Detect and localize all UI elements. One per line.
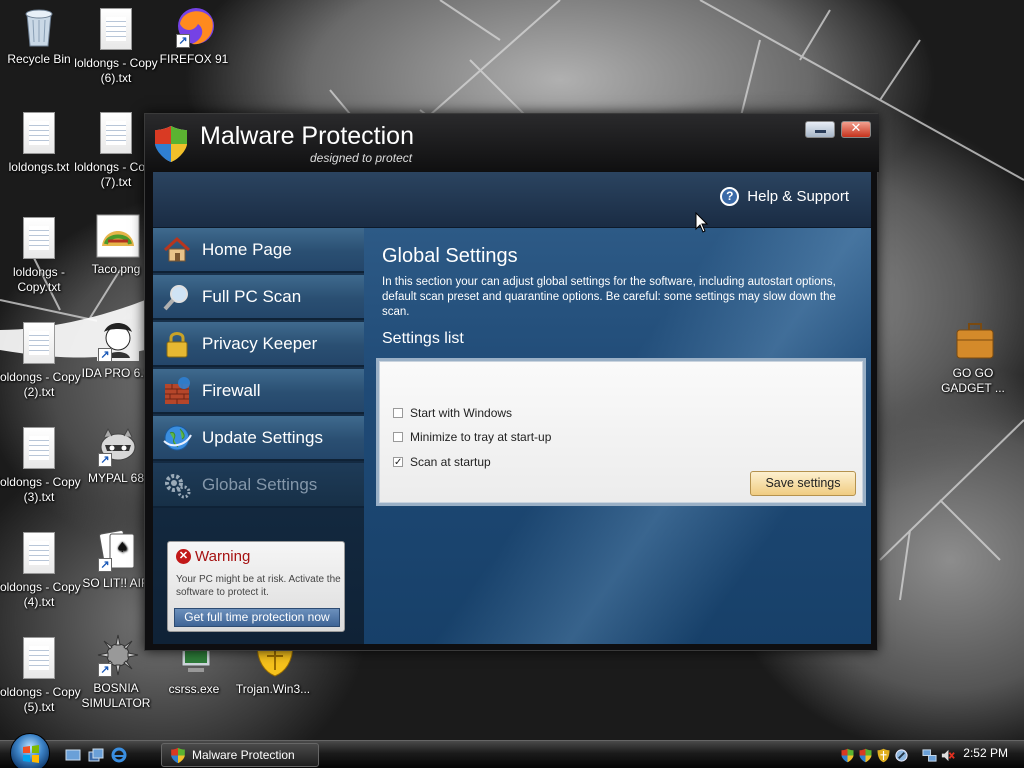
desktop-icon-label: SO LIT!! AIR xyxy=(82,576,150,590)
windows-logo-icon xyxy=(23,745,39,763)
desktop-icon-label: FIREFOX 91 xyxy=(159,52,229,66)
desktop-icon-label: loldongs.txt xyxy=(8,160,70,174)
internet-explorer-icon[interactable] xyxy=(111,747,127,763)
warning-title-text: Warning xyxy=(195,548,251,565)
security-shield-tray-icon[interactable] xyxy=(840,748,855,763)
warning-text: Your PC might be at risk. Activate the s… xyxy=(176,574,341,598)
page-description: In this section your can adjust global s… xyxy=(382,276,836,318)
briefcase-glyph xyxy=(956,323,994,359)
desktop-icon-label: loldongs - Copy (2).txt xyxy=(0,370,81,399)
tools-tray-icon[interactable] xyxy=(894,748,909,763)
option-start-with-windows[interactable]: Start with Windows xyxy=(393,406,512,420)
shortcut-arrow-icon: ↗ xyxy=(98,558,112,572)
settings-list: Start with Windows Minimize to tray at s… xyxy=(376,358,866,506)
warning-title: ✕ Warning xyxy=(176,548,250,565)
taskbar-button-malware-protection[interactable]: Malware Protection xyxy=(161,743,319,767)
globe-icon xyxy=(163,425,192,450)
padlock-icon xyxy=(166,331,188,357)
nav-item-full-pc-scan[interactable]: Full PC Scan xyxy=(153,275,364,320)
security-shield-tray-icon[interactable] xyxy=(858,748,873,763)
option-minimize-to-tray[interactable]: Minimize to tray at start-up xyxy=(393,430,551,444)
nav-label: Full PC Scan xyxy=(202,286,302,306)
desktop-icon-label: Taco.png xyxy=(91,262,141,276)
shortcut-arrow-icon: ↗ xyxy=(98,453,112,467)
taskbar-button-label: Malware Protection xyxy=(192,748,295,762)
switch-windows-icon[interactable] xyxy=(88,747,104,763)
option-label: Start with Windows xyxy=(410,406,513,420)
settings-list-title: Settings list xyxy=(382,330,464,347)
desktop-icon-label: MYPAL 68 xyxy=(87,471,145,485)
help-icon: ? xyxy=(720,187,740,206)
desktop-icon-label: loldongs - Copy (6).txt xyxy=(74,56,158,85)
desktop-icon-label: IDA PRO 6.2 xyxy=(81,366,151,380)
checkbox[interactable]: ✓ xyxy=(393,457,403,468)
save-settings-button[interactable]: Save settings xyxy=(750,471,856,496)
nav-item-home-page[interactable]: Home Page xyxy=(153,228,364,273)
nav-item-firewall[interactable]: Firewall xyxy=(153,369,364,414)
shield-logo-icon xyxy=(155,126,187,162)
title-bar[interactable]: Malware Protection designed to protect ✕ xyxy=(145,114,879,172)
nav-label: Firewall xyxy=(202,380,261,400)
volume-muted-icon[interactable] xyxy=(940,748,955,763)
network-icon[interactable] xyxy=(922,748,937,763)
mouse-cursor-icon xyxy=(695,212,709,233)
taco-glyph xyxy=(96,214,140,258)
magnifier-icon xyxy=(163,284,188,310)
nav-item-update-settings[interactable]: Update Settings xyxy=(153,416,364,461)
desktop-icon-label: loldongs - Copy (5).txt xyxy=(0,685,81,714)
app-subtitle: designed to protect xyxy=(310,151,413,165)
clock[interactable]: 2:52 PM xyxy=(963,746,1008,760)
gadget-icon[interactable]: GO GO GADGET ... xyxy=(928,318,1018,396)
checkbox[interactable] xyxy=(393,408,403,418)
desktop-icon-label: loldongs - Copy (4).txt xyxy=(0,580,81,609)
home-icon xyxy=(163,236,191,261)
nav-label: Update Settings xyxy=(202,427,323,447)
taskbar: Malware Protection 2:52 PM xyxy=(0,733,1024,768)
firewall-icon xyxy=(165,376,190,404)
desktop-icon-label: loldongs - Copy.txt xyxy=(12,265,66,294)
text-file-icon[interactable]: loldongs - Copy (6).txt xyxy=(71,8,161,86)
nav-label: Home Page xyxy=(202,239,292,259)
option-scan-at-startup[interactable]: ✓ Scan at startup xyxy=(393,455,491,469)
windows-security-tray-icon[interactable] xyxy=(876,748,891,763)
recycle-bin-glyph xyxy=(25,9,53,47)
option-label: Scan at startup xyxy=(410,455,491,469)
minimize-button[interactable] xyxy=(805,121,835,138)
option-label: Minimize to tray at start-up xyxy=(410,430,552,444)
content-panel: Global Settings In this section your can… xyxy=(364,228,871,644)
warning-box: ✕ Warning Your PC might be at risk. Acti… xyxy=(167,541,345,632)
page-title: Global Settings xyxy=(382,245,518,267)
get-protection-button[interactable]: Get full time protection now xyxy=(174,608,340,627)
desktop-icon-label: BOSNIA SIMULATOR xyxy=(81,681,151,710)
error-icon: ✕ xyxy=(176,549,191,564)
help-support-link[interactable]: ? Help & Support xyxy=(720,187,849,206)
nav-label: Global Settings xyxy=(202,474,318,494)
help-support-label: Help & Support xyxy=(747,188,849,205)
header-band: ? Help & Support xyxy=(153,172,871,228)
shield-logo-icon xyxy=(171,747,185,763)
show-desktop-icon[interactable] xyxy=(65,747,81,763)
desktop-icon-label: loldongs - Copy (3).txt xyxy=(0,475,81,504)
close-icon: ✕ xyxy=(850,121,862,136)
start-button[interactable] xyxy=(10,733,50,768)
sidebar: Home Page Full PC Scan Privacy Keeper Fi… xyxy=(153,228,364,644)
desktop-icon-label: Recycle Bin xyxy=(7,52,71,66)
app-title: Malware Protection xyxy=(200,122,414,150)
shortcut-arrow-icon: ↗ xyxy=(98,348,112,362)
svg-text:♠: ♠ xyxy=(116,540,129,556)
desktop-icon-label: Trojan.Win3... xyxy=(235,682,311,696)
malware-protection-window[interactable]: Malware Protection designed to protect ✕… xyxy=(144,113,879,651)
nav-item-privacy-keeper[interactable]: Privacy Keeper xyxy=(153,322,364,367)
nav-item-global-settings[interactable]: Global Settings xyxy=(153,463,364,508)
close-button[interactable]: ✕ xyxy=(841,121,871,138)
shortcut-arrow-icon: ↗ xyxy=(176,34,190,48)
firefox-icon[interactable]: ↗ FIREFOX 91 xyxy=(149,4,239,67)
gears-icon xyxy=(165,473,191,498)
desktop-icon-label: csrss.exe xyxy=(168,682,220,696)
desktop-icon-label: GO GO GADGET ... xyxy=(941,366,1005,395)
shortcut-arrow-icon: ↗ xyxy=(98,663,112,677)
nav-label: Privacy Keeper xyxy=(202,333,318,353)
checkbox[interactable] xyxy=(393,432,403,442)
